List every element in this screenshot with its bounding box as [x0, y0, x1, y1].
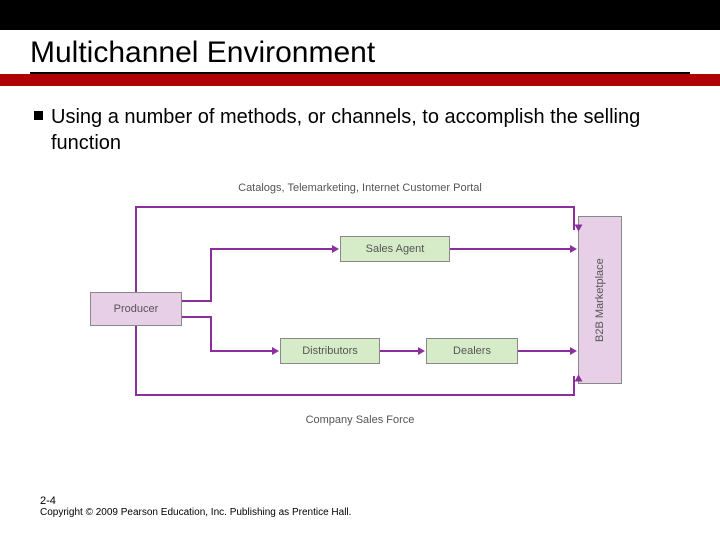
node-dealers: Dealers	[426, 338, 518, 364]
bullet-text: Using a number of methods, or channels, …	[51, 104, 686, 156]
arrowhead-icon	[575, 375, 583, 382]
arrow-segment	[380, 350, 419, 352]
arrowhead-icon	[272, 347, 279, 355]
node-sales-agent: Sales Agent	[340, 236, 450, 262]
arrow-segment	[135, 206, 575, 208]
arrowhead-icon	[570, 245, 577, 253]
diagram-top-label: Catalogs, Telemarketing, Internet Custom…	[230, 182, 490, 194]
arrow-segment	[182, 316, 212, 318]
node-producer: Producer	[90, 292, 182, 326]
bullet-item: Using a number of methods, or channels, …	[34, 104, 686, 156]
slide-title: Multichannel Environment	[30, 36, 690, 74]
channel-diagram: Catalogs, Telemarketing, Internet Custom…	[80, 184, 640, 444]
arrow-segment	[210, 350, 273, 352]
arrowhead-icon	[418, 347, 425, 355]
arrowhead-icon	[332, 245, 339, 253]
arrow-segment	[450, 248, 571, 250]
footer: 2-4 Copyright © 2009 Pearson Education, …	[40, 495, 351, 518]
arrowhead-icon	[570, 347, 577, 355]
diagram-bottom-label: Company Sales Force	[270, 414, 450, 426]
top-black-bar	[0, 0, 720, 30]
node-b2b-marketplace: B2B Marketplace	[578, 216, 622, 384]
page-number: 2-4	[40, 495, 351, 507]
arrow-segment	[518, 350, 571, 352]
bullet-square-icon	[34, 111, 43, 120]
arrow-segment	[182, 300, 212, 302]
arrow-segment	[135, 394, 575, 396]
arrow-segment	[210, 316, 212, 352]
title-area: Multichannel Environment	[0, 30, 720, 74]
arrow-segment	[210, 248, 333, 250]
arrow-segment	[135, 326, 137, 394]
node-distributors: Distributors	[280, 338, 380, 364]
red-accent-bar	[0, 74, 720, 86]
arrow-segment	[210, 248, 212, 302]
arrowhead-icon	[575, 225, 583, 232]
arrow-segment	[135, 206, 137, 292]
copyright-text: Copyright © 2009 Pearson Education, Inc.…	[40, 507, 351, 518]
content-area: Using a number of methods, or channels, …	[0, 86, 720, 444]
